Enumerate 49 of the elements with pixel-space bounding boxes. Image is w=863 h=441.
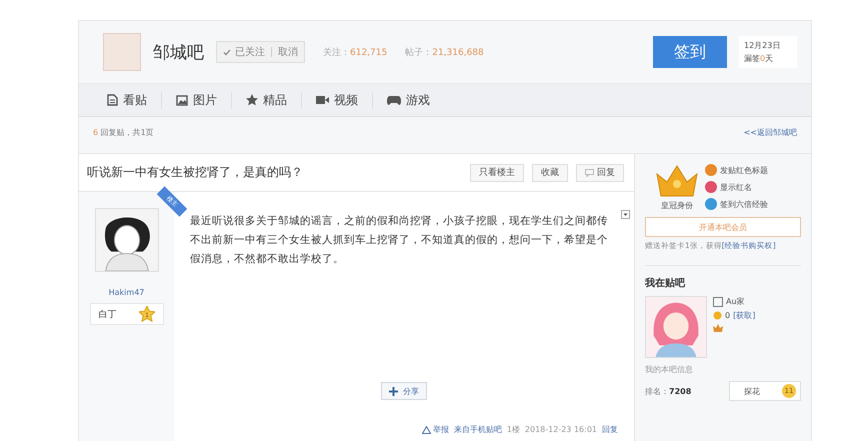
share-button[interactable]: 分享 [381,382,427,400]
get-link[interactable]: [获取] [733,310,756,321]
author-name[interactable]: Hakim47 [108,288,144,297]
thread-button[interactable]: 收藏 [532,164,568,182]
forum-stat: 关注：612,715 [323,46,388,58]
report-link[interactable]: 举报 [422,424,449,435]
perk-label: 发贴红色标题 [720,164,768,176]
document-icon [107,94,118,106]
user-name: Au家 [726,296,745,307]
floor-number: 1楼 [506,424,520,435]
thread-button[interactable]: 回复 [576,164,624,182]
forum-stat: 帖子：21,316,688 [405,46,484,58]
sign-in-button[interactable]: 签到 [653,36,727,68]
forum-info-label: 我的本吧信息 [645,364,694,375]
video-camera-icon [316,95,329,105]
follow-button[interactable]: 已关注 取消 [216,41,305,63]
image-icon [176,94,188,106]
missed-days: 漏签0天 [744,52,792,65]
post-time: 2018-12-23 16:01 [524,425,597,434]
gamepad-icon [387,95,401,105]
coin-count: 0 [725,311,730,320]
back-link[interactable]: <<返回邹城吧 [744,126,797,138]
plus-icon [389,386,398,396]
check-icon [223,48,231,56]
reply-count: 6 回复贴，共1页 [93,126,154,138]
thread-title: 听说新一中有女生被挖肾了，是真的吗？ [87,164,304,181]
section-title: 我在贴吧 [645,276,686,290]
perk-label: 显示红名 [720,182,752,192]
crown-icon [713,324,723,332]
nav-tab[interactable]: 视频 [302,92,373,108]
nav-tab[interactable]: 看贴 [93,92,162,108]
dropdown-icon[interactable] [621,210,630,219]
crown-label: 皇冠身份 [661,200,693,211]
post-content: 最近听说很多关于邹城的谣言，之前的假和尚挖肾，小孩子挖眼，现在学生们之间都传不出前新一中有三个女生被人抓到车上挖肾了，不知道真的假的，想问一下，希望是个假消息，不然都不敢出学校了。 [190,214,609,267]
nav-tab[interactable]: 游戏 [373,92,444,108]
star-icon [246,94,258,106]
user-rank: 白丁 [98,308,116,320]
coin-icon [713,311,722,320]
perk-label: 签到六倍经验 [720,198,768,210]
comment-icon [585,168,594,176]
warning-icon [422,426,431,434]
source-link[interactable]: 来自手机贴吧 [454,424,502,435]
rank-text: 排名：7208 [645,386,692,396]
nav-tab[interactable]: 图片 [162,92,232,108]
forum-name: 邹城吧 [153,42,204,64]
nav-tab[interactable]: 精品 [232,92,302,108]
reply-link[interactable]: 回复 [602,424,618,435]
thread-button[interactable]: 只看楼主 [470,164,524,182]
sign-in-date: 12月23日 [744,40,782,52]
